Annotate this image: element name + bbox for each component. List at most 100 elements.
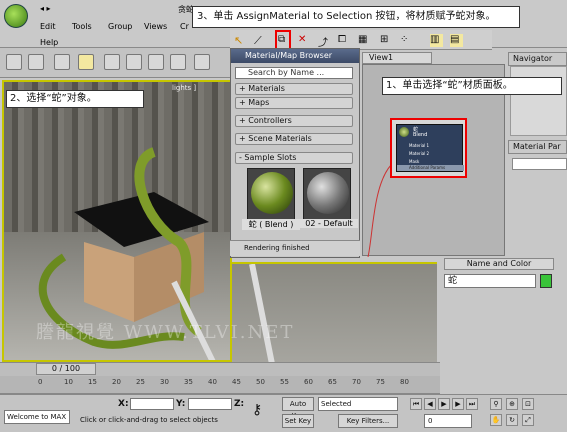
nodes-icon[interactable]: ⁘ [400,34,413,47]
set-key-button[interactable]: Set Key [282,414,314,428]
auto-key-button[interactable]: Auto Key [282,397,314,420]
material-param-title: Material Par [508,140,567,154]
tick-label: 40 [208,378,217,386]
time-slider-thumb[interactable]: 0 / 100 [36,363,96,375]
current-frame-field[interactable]: 0 [424,414,472,428]
snake-material-sphere [251,172,293,214]
delete-icon[interactable]: ✕ [298,34,311,47]
node-pin-material2[interactable]: Material 2 [397,151,464,157]
tick-label: 60 [304,378,313,386]
tick-label: 45 [232,378,241,386]
tick-label: 80 [400,378,409,386]
key-icon[interactable]: ⚷ [252,402,262,418]
viewport-label[interactable]: lights ] [172,84,196,92]
tick-label: 75 [376,378,385,386]
rope-continued [249,263,275,365]
named-selection-icon[interactable] [194,54,210,70]
render-status: Rendering finished [230,240,360,256]
viewport-lower-area[interactable] [232,262,437,365]
select-move-icon[interactable] [54,54,70,70]
maxscript-listener[interactable]: Welcome to MAX [4,410,70,424]
rollout-materials[interactable]: + Materials [235,83,353,95]
browser-title: Material/Map Browser [231,49,359,63]
maximize-viewport-icon[interactable]: ⤢ [522,414,534,426]
rollout-sample-slots[interactable]: - Sample Slots [235,152,353,164]
tick-label: 35 [184,378,193,386]
navigator-title: Navigator [508,52,567,66]
prompt-line: Click or click-and-drag to select object… [80,416,218,424]
step3-caption: 3、单击 AssignMaterial to Selection 按钮，将材质赋… [192,6,520,28]
menu-item-edit[interactable]: Edit [40,22,56,31]
x-coord-label: X: [118,399,129,409]
select-object-icon[interactable] [78,54,94,70]
tab-view1[interactable]: View1 [362,52,432,64]
node-type: Blend [413,132,428,138]
y-coord-label: Y: [176,399,186,409]
rollout-maps[interactable]: + Maps [235,97,353,109]
move-children-icon[interactable]: ⤴ [318,34,331,49]
box-side [134,232,204,322]
percent-snap-icon[interactable] [148,54,164,70]
tick-label: 70 [352,378,361,386]
select-arrow-icon[interactable]: ↖ [234,34,247,47]
material-node[interactable]: 蛇 Blend Material 1 Material 2 Mask Addit… [390,118,467,178]
object-name-input[interactable]: 蛇 [444,274,536,288]
node-preview-icon [399,127,409,137]
slot-label-snake: 蛇 ( Blend ) [242,219,300,230]
browser-search-input[interactable]: Search by Name ... [235,67,353,79]
rollout-controllers[interactable]: + Controllers [235,115,353,127]
undo-icon[interactable] [6,54,22,70]
tick-label: 50 [256,378,265,386]
node-pin-material1[interactable]: Material 1 [397,143,464,149]
checker-icon[interactable]: ▦ [358,34,371,47]
app-logo-icon[interactable] [4,4,28,28]
z-coord-label: Z: [234,399,245,409]
go-to-start-icon[interactable]: ⏮ [410,398,422,410]
menu-item-views[interactable]: Views [144,22,167,31]
default-material-sphere [307,172,349,214]
y-coord-field[interactable] [188,398,232,410]
x-coord-field[interactable] [130,398,174,410]
go-to-end-icon[interactable]: ⏭ [466,398,478,410]
key-mode-select[interactable]: Selected [318,397,398,411]
zoom-extents-icon[interactable]: ⊡ [522,398,534,410]
menu-item-create[interactable]: Cr [180,22,189,31]
name-and-color-rollout[interactable]: Name and Color [444,258,554,270]
play-icon[interactable]: ▶ [438,398,450,410]
command-panel [440,256,567,366]
params-toggle-icon[interactable]: ▤ [450,34,463,47]
menu-item-help[interactable]: Help [40,38,58,47]
watermark: 謄龍視覺 WWW.TLVI.NET [36,322,295,343]
spinner-snap-icon[interactable] [170,54,186,70]
layout-icon[interactable]: ⊞ [380,34,393,47]
prev-frame-icon[interactable]: ◀ [424,398,436,410]
node-body: 蛇 Blend Material 1 Material 2 Mask Addit… [396,124,464,172]
link-icon[interactable] [28,54,44,70]
orbit-icon[interactable]: ↻ [506,414,518,426]
menu-item-group[interactable]: Group [108,22,132,31]
tick-label: 15 [88,378,97,386]
snap-toggle-icon[interactable] [104,54,120,70]
box-front [84,242,134,322]
material-param-field[interactable] [512,158,567,170]
tick-label: 0 [38,378,43,386]
rollout-scene-materials[interactable]: + Scene Materials [235,133,353,145]
tick-label: 10 [64,378,73,386]
pan-icon[interactable]: ✋ [490,414,502,426]
window-control-icon[interactable]: ◂ ▸ [40,4,51,13]
zoom-all-icon[interactable]: ⊕ [506,398,518,410]
tick-label: 20 [112,378,121,386]
copy-icon[interactable]: ⧠ [338,34,351,47]
angle-snap-icon[interactable] [126,54,142,70]
next-frame-icon[interactable]: ▶ [452,398,464,410]
key-filters-button[interactable]: Key Filters... [338,414,398,428]
object-color-swatch[interactable] [540,274,552,288]
menu-item-tools[interactable]: Tools [72,22,92,31]
node-pin-additional[interactable]: Additional Params [397,165,464,171]
tick-label: 65 [328,378,337,386]
browser-toggle-icon[interactable]: ▥ [430,34,443,47]
step1-caption: 1、单击选择“蛇”材质面板。 [382,77,562,95]
step2-caption: 2、选择“蛇”对象。 [6,90,144,108]
zoom-icon[interactable]: ⚲ [490,398,502,410]
pick-material-icon[interactable]: ⟋ [254,34,267,47]
